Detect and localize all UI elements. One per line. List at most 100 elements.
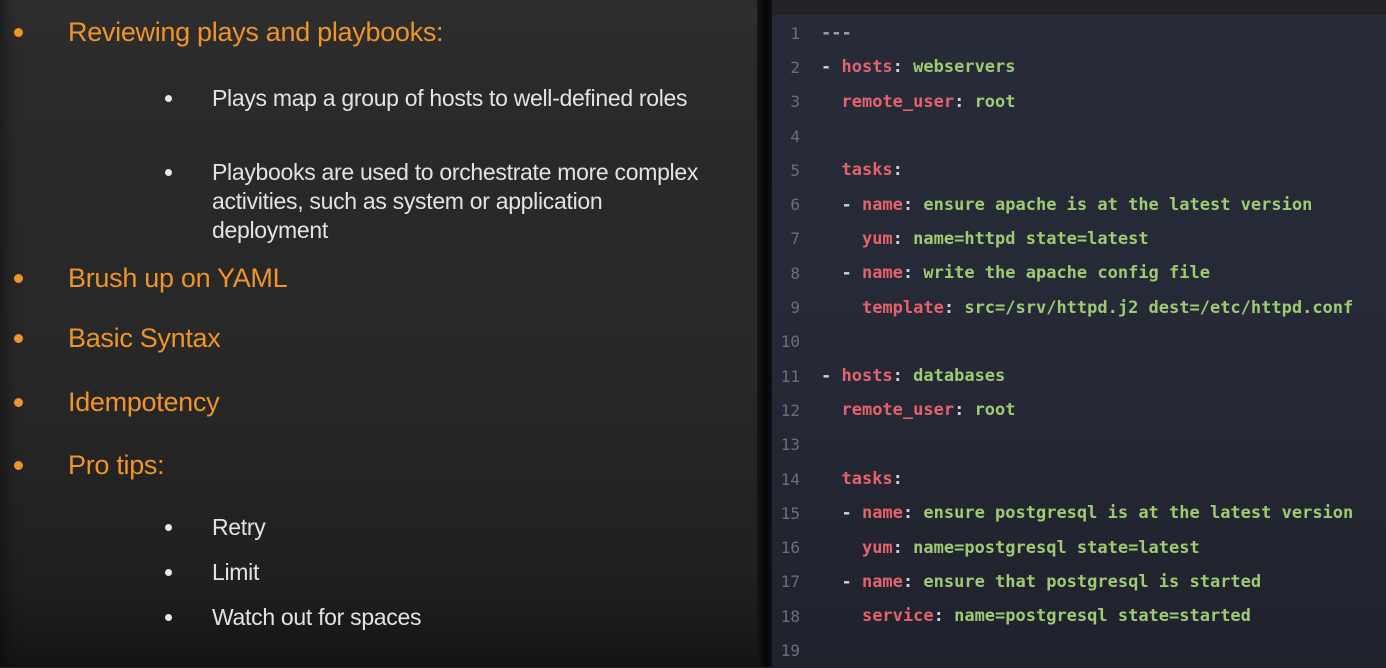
bullet-item: Brush up on YAML [14,263,287,294]
code-token: remote_user [841,400,954,420]
bullet-label: Brush up on YAML [68,263,287,294]
code-token: --- [821,23,852,43]
code-text: service: name=postgresql state=started [821,606,1251,626]
code-token: name [862,503,903,523]
bullet-icon [14,461,23,470]
code-token: - [821,572,862,592]
bullet-item: Reviewing plays and playbooks: [14,17,443,48]
code-token: : [893,160,903,180]
line-number: 12 [772,401,800,420]
code-line: 2 - hosts: webservers [772,50,1386,84]
code-line: 14 tasks: [772,462,1386,496]
code-text: template: src=/srv/httpd.j2 dest=/etc/ht… [821,298,1353,318]
bullet-label: Watch out for spaces [212,603,704,632]
code-token [821,160,841,180]
code-token [821,229,862,249]
code-token: yum [862,229,893,249]
code-line: 18 service: name=postgresql state=starte… [772,599,1386,633]
code-line: 5 tasks: [772,153,1386,187]
code-text: - name: write the apache config file [821,263,1210,283]
code-token [821,469,841,489]
code-token: : [934,606,954,626]
code-text: - hosts: webservers [821,57,1016,77]
sub-bullet-item: Playbooks are used to orchestrate more c… [165,158,704,245]
line-number: 17 [772,572,800,591]
line-number: 5 [772,161,800,180]
line-number: 3 [772,92,800,111]
code-token: : [954,400,974,420]
line-number: 2 [772,58,800,77]
code-text: --- [821,23,852,43]
bullet-item: Idempotency [14,387,219,418]
sub-bullet-item: Watch out for spaces [165,603,704,632]
code-token: : [893,469,903,489]
code-token: webservers [913,57,1015,77]
line-number: 18 [772,607,800,626]
code-token: : [903,572,923,592]
code-text: yum: name=postgresql state=latest [821,538,1200,558]
bullet-item: Basic Syntax [14,323,220,354]
line-number: 16 [772,538,800,557]
code-line: 13 [772,428,1386,462]
code-text: tasks: [821,160,903,180]
code-token: - [821,503,862,523]
code-token: - [821,195,862,215]
line-number: 13 [772,435,800,454]
bullet-icon [14,274,23,283]
code-token: remote_user [841,92,954,112]
bullet-icon [14,398,23,407]
code-token: : [893,366,913,386]
bullet-icon [165,569,172,576]
code-token: hosts [841,57,892,77]
line-number: 19 [772,641,800,660]
code-token: name [862,263,903,283]
code-line: 17 - name: ensure that postgresql is sta… [772,565,1386,599]
code-text: remote_user: root [821,400,1016,420]
line-number: 11 [772,367,800,386]
code-token: template [862,298,944,318]
code-token: name=postgresql state=started [954,606,1251,626]
code-token: : [893,538,913,558]
code-token: write the apache config file [923,263,1210,283]
code-token: ensure postgresql is at the latest versi… [923,503,1353,523]
code-token: name [862,195,903,215]
panel-divider [757,0,772,667]
code-token: name=postgresql state=latest [913,538,1200,558]
code-token: name [862,572,903,592]
code-text: yum: name=httpd state=latest [821,229,1149,249]
line-number: 9 [772,298,800,317]
code-text: tasks: [821,469,903,489]
code-line: 6 - name: ensure apache is at the latest… [772,187,1386,221]
code-token: src=/srv/httpd.j2 dest=/etc/httpd.conf [964,298,1353,318]
code-token [821,606,862,626]
code-token: : [903,503,923,523]
code-line: 7 yum: name=httpd state=latest [772,222,1386,256]
bullet-label: Basic Syntax [68,323,220,354]
code-token: : [893,57,913,77]
code-token: name=httpd state=latest [913,229,1148,249]
code-token: ensure that postgresql is started [923,572,1261,592]
line-number: 4 [772,127,800,146]
bullet-icon [165,614,172,621]
code-token: : [903,263,923,283]
bullet-label: Retry [212,513,704,542]
bullet-label: Reviewing plays and playbooks: [68,17,443,48]
slide-panel: Reviewing plays and playbooks:Plays map … [0,0,757,667]
code-line: 11 - hosts: databases [772,359,1386,393]
code-area: 1---2- hosts: webservers3 remote_user: r… [772,15,1386,668]
code-editor-panel[interactable]: 1---2- hosts: webservers3 remote_user: r… [772,15,1386,667]
code-token: - [821,263,862,283]
code-line: 4 [772,119,1386,153]
code-text: - name: ensure that postgresql is starte… [821,572,1261,592]
code-token: root [975,92,1016,112]
code-token: root [975,400,1016,420]
line-number: 10 [772,332,800,351]
code-token: : [944,298,964,318]
code-token [821,92,841,112]
code-token: service [862,606,934,626]
screen: { "slide": { "accent_color": "#ee9428", … [0,0,1386,667]
code-text: - hosts: databases [821,366,1005,386]
code-token: : [903,195,923,215]
line-number: 7 [772,229,800,248]
code-token [821,538,862,558]
